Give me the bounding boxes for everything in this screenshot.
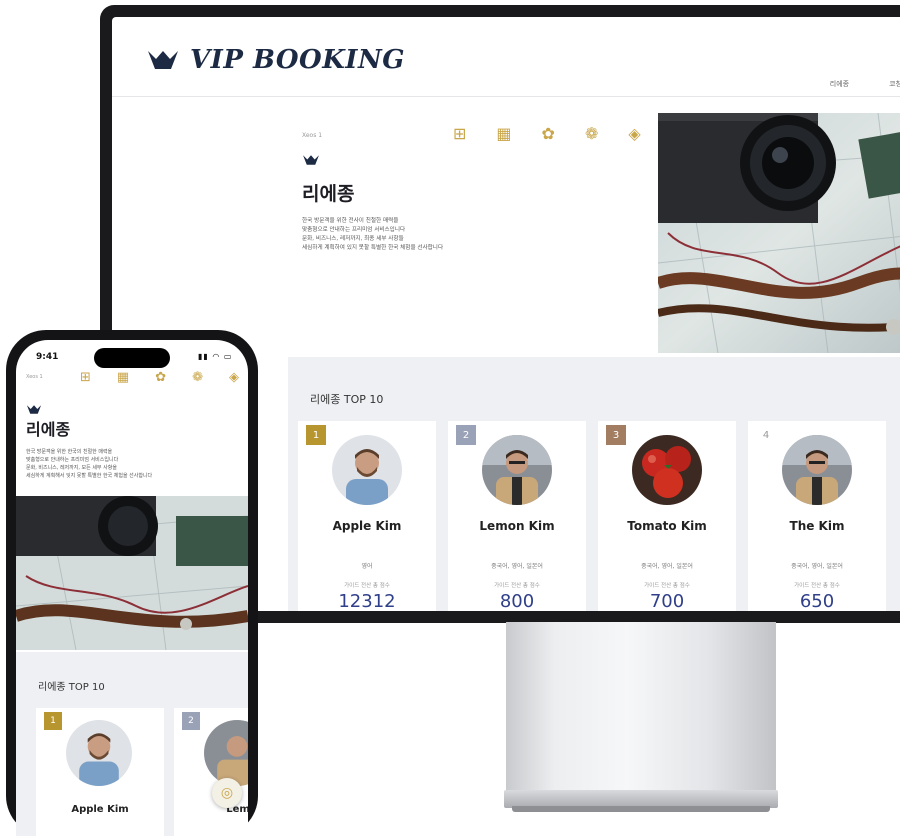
grid-icon[interactable]: ⊞ [80,370,91,385]
ornament-icon[interactable]: ❁ [192,370,203,385]
grid-alt-icon[interactable]: ▦ [117,370,129,385]
avatar [482,435,552,505]
avatar [632,435,702,505]
guide-name: Lemon Kim [479,519,555,533]
guide-card[interactable]: 3 Tomato Kim 중국어, 영어, 일본어 가이드 전산 총 점수 70… [598,421,736,611]
guide-languages: 중국어, 영어, 일본어 [491,563,543,570]
guide-languages: 영어 [361,563,373,570]
rank-badge: 1 [306,425,326,445]
guide-score: 12312 [338,591,396,611]
guide-card[interactable]: 1 Apple Kim [36,708,164,836]
flower-icon[interactable]: ✿ [542,126,555,142]
product-mockup-scene: VIP BOOKING 리에종 코칭 Xeos 1 ⊞ ▦ ✿ ❁ ◈ 리에종 … [0,0,900,836]
avatar [204,720,248,786]
rank-badge: 3 [606,425,626,445]
logo-text: VIP BOOKING [190,45,405,75]
guide-card[interactable]: 2 Lem [174,708,248,836]
guide-score: 650 [799,591,835,611]
score-caption: 가이드 전산 총 점수 [344,583,390,589]
score-caption: 가이드 전산 총 점수 [794,583,840,589]
avatar [332,435,402,505]
avatar [782,435,852,505]
hero-small-label: Xeos 1 [26,374,43,380]
gem-icon[interactable]: ◈ [628,126,640,142]
grid-icon[interactable]: ⊞ [453,126,466,142]
hero-panel: Xeos 1 ⊞ ▦ ✿ ❁ ◈ 리에종 한국 방문객을 위한 전사이 친절한 … [288,113,658,353]
monitor-stand-foot [512,806,770,812]
guide-languages: 중국어, 영어, 일본어 [791,563,843,570]
hero-desc-line: 한국 방문객을 위한 전사이 친절한 매력을 [302,218,399,224]
score-caption: 가이드 전산 총 점수 [494,583,540,589]
crown-icon [146,49,180,71]
phone-screen: 9:41 ▮▮ ◠ ▭ Xeos 1 ⊞ ▦ ✿ ❁ ◈ 리에종 한국 방문객을… [16,340,248,836]
top10-title: 리에종 TOP 10 [38,682,105,693]
guide-name: Apple Kim [332,519,402,533]
guide-card[interactable]: 4 The Kim 중국어, 영어, 일본어 가이드 전산 총 점수 650 [748,421,886,611]
guide-name: The Kim [789,519,845,533]
hero-desc-line: 맞춤형으로 안내하는 프리미엄 서비스입니다 [26,457,119,463]
crown-icon [302,151,320,170]
monitor-stand [506,622,776,806]
status-icons: ▮▮ ◠ ▭ [198,352,233,361]
nav-item-liaison[interactable]: 리에종 [830,79,849,89]
dynamic-island [94,348,170,368]
ornament-icon: ◎ [220,785,234,801]
hero-photo [658,113,900,353]
ornament-icon[interactable]: ❁ [585,126,598,142]
grid-alt-icon[interactable]: ▦ [496,126,511,142]
nav-item-coaching[interactable]: 코칭 [889,79,900,89]
rank-badge: 1 [44,712,62,730]
score-caption: 가이드 전산 총 점수 [644,583,690,589]
guide-card[interactable]: 2 Lemon Kim 중국어, 영어, 일본어 가이드 전산 총 점수 800 [448,421,586,611]
hero-title: 리에종 [302,183,355,205]
hero-desc-line: 문화, 비즈니스, 레저까지, 모든 세부 사항을 [26,465,117,471]
hero-title: 리에종 [26,420,71,439]
hero-description: 한국 방문객을 위한 전사이 친절한 매력을 맞춤형으로 안내하는 프리미엄 서… [302,217,572,253]
mobile-phone: 9:41 ▮▮ ◠ ▭ Xeos 1 ⊞ ▦ ✿ ❁ ◈ 리에종 한국 방문객을… [6,330,258,836]
site-header: VIP BOOKING 리에종 코칭 [112,17,900,97]
rank-badge: 2 [182,712,200,730]
avatar [66,720,132,786]
category-icon-row: ⊞ ▦ ✿ ❁ ◈ [80,370,239,385]
category-icon-row: ⊞ ▦ ✿ ❁ ◈ [453,126,641,142]
guide-languages: 중국어, 영어, 일본어 [641,563,693,570]
rank-badge: 2 [456,425,476,445]
hero-photo [16,496,248,650]
flower-icon[interactable]: ✿ [155,370,166,385]
guide-name: Lem [226,804,248,815]
gem-icon[interactable]: ◈ [229,370,239,385]
hero-desc-line: 세심하게 계획하여 있지 못할 특별한 한국 체험을 선사합니다 [302,245,444,251]
guide-score: 700 [649,591,685,611]
top10-section: 리에종 TOP 10 1 Apple Kim 영어 가이드 전산 총 점수 12… [288,357,900,611]
guide-score: 800 [499,591,535,611]
hero-desc-line: 한국 방문객을 위한 한국의 친절한 매력을 [26,449,113,455]
rank-badge: 4 [756,425,776,445]
logo[interactable]: VIP BOOKING [146,45,405,75]
hero-small-label: Xeos 1 [302,132,323,139]
hero-desc-line: 맞춤형으로 안내하는 프리미엄 서비스입니다 [302,227,406,233]
hero-desc-line: 문화, 비즈니스, 레저까지, 최종 세부 사항들 [302,236,404,242]
guide-name: Apple Kim [71,804,129,815]
top-nav: 리에종 코칭 [830,79,900,89]
status-time: 9:41 [36,352,59,362]
top10-title: 리에종 TOP 10 [310,393,384,406]
floating-action-button[interactable]: ◎ [212,778,242,808]
guide-name: Tomato Kim [627,519,707,533]
hero-desc-line: 세심하게 계획해서 잊지 못할 특별한 한국 체험을 선사합니다 [26,473,153,479]
guide-card[interactable]: 1 Apple Kim 영어 가이드 전산 총 점수 12312 [298,421,436,611]
hero-description: 한국 방문객을 위한 한국의 친절한 매력을 맞춤형으로 안내하는 프리미엄 서… [26,448,236,480]
top10-section: 리에종 TOP 10 1 Apple Kim 2 Lem [16,652,248,836]
